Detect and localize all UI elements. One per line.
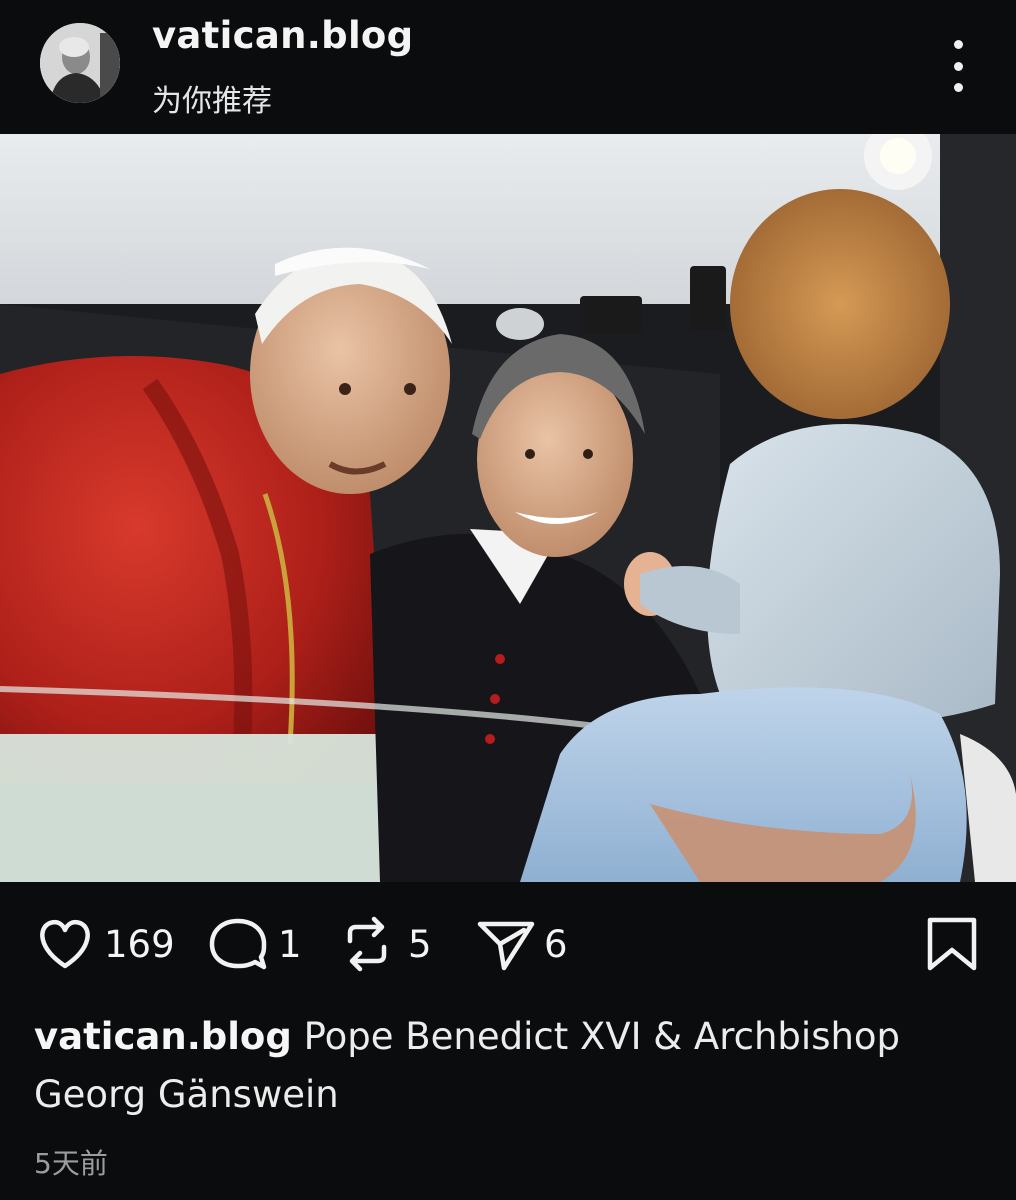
like-count: 169 bbox=[104, 922, 175, 966]
post-username[interactable]: vatican.blog bbox=[152, 14, 413, 57]
comment-count: 1 bbox=[278, 922, 302, 966]
send-icon bbox=[477, 921, 535, 971]
like-button[interactable]: 169 bbox=[34, 914, 175, 974]
post-actions-bar: 169 1 5 6 bbox=[0, 900, 1016, 992]
repost-count: 5 bbox=[408, 922, 432, 966]
bookmark-icon bbox=[927, 917, 977, 971]
share-count: 6 bbox=[544, 922, 568, 966]
post-image bbox=[0, 134, 1016, 882]
caption-username[interactable]: vatican.blog bbox=[34, 1015, 292, 1058]
comment-bubble-icon bbox=[209, 918, 267, 970]
post-caption: vatican.blog Pope Benedict XVI & Archbis… bbox=[34, 1008, 984, 1124]
avatar[interactable] bbox=[40, 23, 120, 103]
heart-icon bbox=[40, 919, 90, 969]
save-button[interactable] bbox=[924, 914, 980, 974]
share-button[interactable]: 6 bbox=[474, 914, 568, 974]
recommended-label: 为你推荐 bbox=[152, 84, 272, 119]
post-header: vatican.blog 为你推荐 bbox=[0, 0, 1016, 134]
post-photo[interactable] bbox=[0, 134, 1016, 882]
avatar-image bbox=[40, 23, 120, 103]
repost-button[interactable]: 5 bbox=[340, 914, 432, 974]
more-vertical-icon[interactable] bbox=[938, 40, 978, 92]
comment-button[interactable]: 1 bbox=[206, 914, 302, 974]
post-timestamp: 5天前 bbox=[34, 1147, 108, 1180]
repost-icon bbox=[347, 916, 387, 972]
